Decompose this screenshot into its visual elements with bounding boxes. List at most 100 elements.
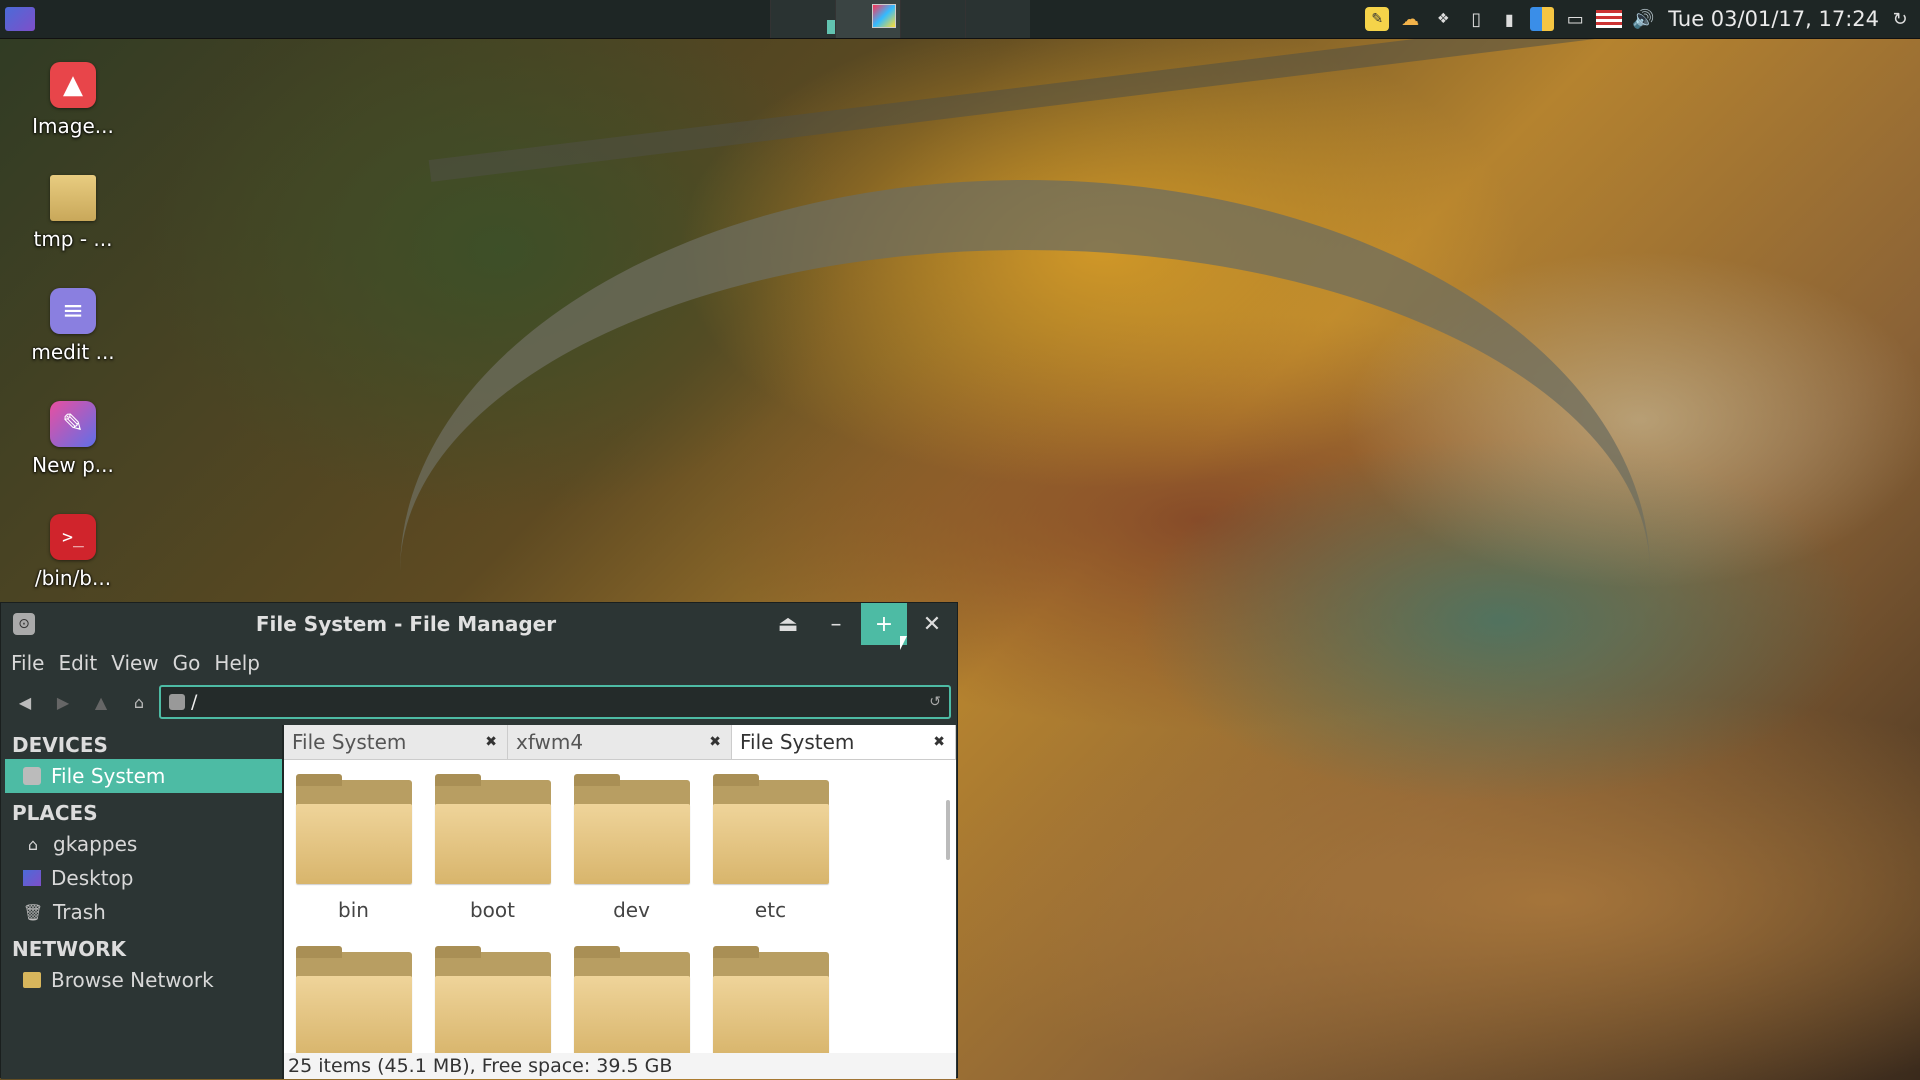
volume-icon[interactable]: 🔊	[1631, 7, 1655, 31]
taskbar-item-empty-1[interactable]	[900, 0, 965, 38]
forward-button[interactable]: ▶	[49, 688, 77, 716]
desktop-icon	[23, 870, 41, 886]
desktop-icon-label: New p...	[32, 453, 114, 477]
close-icon[interactable]: ✖	[485, 734, 497, 750]
home-icon: ⌂	[133, 692, 145, 712]
drive-icon	[23, 767, 41, 785]
folder-icon	[434, 946, 551, 1056]
folder-name: dev	[613, 898, 650, 922]
close-button[interactable]: ✕	[909, 603, 955, 645]
text-editor-icon: ≡	[50, 288, 96, 334]
taskbar-item-empty-2[interactable]	[965, 0, 1030, 38]
desktop-icon-new-p[interactable]: ✎ New p...	[0, 401, 146, 477]
battery-icon[interactable]: ▭	[1563, 7, 1587, 31]
menu-edit[interactable]: Edit	[58, 651, 97, 675]
tab-file-system-1[interactable]: File System ✖	[284, 725, 508, 759]
folder-name: boot	[469, 898, 515, 922]
window-titlebar[interactable]: ⊙ File System - File Manager ⏏ – + ✕	[1, 603, 957, 645]
folder-item[interactable]	[284, 946, 423, 1056]
image-viewer-icon: ▲	[50, 62, 96, 108]
folder-icon	[573, 774, 690, 884]
menu-help[interactable]: Help	[214, 651, 260, 675]
close-icon[interactable]: ✖	[709, 734, 721, 750]
menu-go[interactable]: Go	[173, 651, 201, 675]
folder-item[interactable]: bin	[284, 774, 423, 922]
drive-icon	[169, 694, 185, 710]
eject-button[interactable]: ⏏	[765, 603, 811, 645]
sidebar-item-label: Trash	[53, 900, 106, 924]
tab-file-system-2[interactable]: File System ✖	[732, 725, 956, 759]
tab-bar: File System ✖ xfwm4 ✖ File System ✖	[284, 725, 956, 760]
desktop-icon-tmp[interactable]: tmp - ...	[0, 175, 146, 251]
task-list	[770, 0, 1030, 38]
folder-icon	[434, 774, 551, 884]
sidebar-item-trash[interactable]: 🗑 Trash	[1, 895, 282, 929]
color-icon[interactable]	[1530, 7, 1555, 31]
folder-icon	[712, 946, 829, 1056]
menu-view[interactable]: View	[111, 651, 158, 675]
sidebar-item-desktop[interactable]: Desktop	[1, 861, 282, 895]
taskbar-item-app[interactable]	[835, 0, 900, 38]
mouse-cursor-icon	[900, 636, 907, 650]
desktop-icon-image-viewer[interactable]: ▲ Image...	[0, 62, 146, 138]
weather-icon[interactable]: ☁	[1398, 7, 1422, 31]
folder-item[interactable]	[423, 946, 562, 1056]
desktop-icon-bin-b[interactable]: >_ /bin/b...	[0, 514, 146, 590]
folder-name: etc	[754, 898, 787, 922]
close-icon[interactable]: ✖	[933, 734, 945, 750]
paint-icon: ✎	[50, 401, 96, 447]
dropbox-icon[interactable]: ❖	[1431, 7, 1455, 31]
eject-icon: ⏏	[777, 611, 799, 637]
us-flag-icon[interactable]	[1596, 10, 1623, 28]
side-pane: DEVICES File System PLACES ⌂ gkappes Des…	[1, 725, 282, 1079]
content-pane: File System ✖ xfwm4 ✖ File System ✖ bin …	[284, 725, 956, 1079]
tab-label: File System	[292, 730, 407, 754]
folder-item[interactable]	[701, 946, 840, 1056]
location-bar[interactable]: / ↺	[159, 685, 951, 719]
folder-item[interactable]: dev	[562, 774, 701, 922]
arrow-up-icon: ▲	[94, 692, 108, 712]
folder-icon	[295, 946, 412, 1056]
clear-location-icon[interactable]: ↺	[929, 694, 941, 710]
network-signal-icon[interactable]: ▮	[1497, 7, 1521, 31]
app-menu-button[interactable]	[5, 7, 35, 31]
menu-file[interactable]: File	[11, 651, 44, 675]
file-icon-view[interactable]: bin boot dev etc	[284, 760, 956, 1056]
notes-icon[interactable]: ✎	[1365, 7, 1390, 31]
tab-xfwm4[interactable]: xfwm4 ✖	[508, 725, 732, 759]
close-icon: ✕	[922, 611, 942, 637]
taskbar-item-file-manager[interactable]	[770, 0, 859, 38]
sidebar-item-label: Desktop	[51, 866, 134, 890]
menu-bar: File Edit View Go Help	[1, 645, 957, 681]
toolbar: ◀ ▶ ▲ ⌂ / ↺	[1, 681, 957, 723]
sidebar-item-browse-network[interactable]: Browse Network	[1, 963, 282, 997]
folder-item[interactable]: boot	[423, 774, 562, 922]
sidebar-item-gkappes[interactable]: ⌂ gkappes	[1, 827, 282, 861]
sidebar-item-file-system[interactable]: File System	[5, 759, 282, 793]
refresh-icon[interactable]: ↻	[1888, 7, 1912, 31]
clipboard-icon[interactable]: ▯	[1464, 7, 1488, 31]
sidebar-item-label: Browse Network	[51, 968, 214, 992]
back-button[interactable]: ◀	[11, 688, 39, 716]
desktop-icon-medit[interactable]: ≡ medit ...	[0, 288, 146, 364]
status-bar: 25 items (45.1 MB), Free space: 39.5 GB	[284, 1053, 956, 1079]
trash-icon: 🗑	[22, 902, 44, 922]
folder-item[interactable]: etc	[701, 774, 840, 922]
home-button[interactable]: ⌂	[125, 688, 153, 716]
top-panel: ✎ ☁ ❖ ▯ ▮ ▭ 🔊 Tue 03/01/17, 17:24 ↻	[0, 0, 1920, 39]
clock[interactable]: Tue 03/01/17, 17:24	[1668, 7, 1879, 31]
location-input[interactable]: /	[191, 691, 197, 713]
minimize-button[interactable]: –	[813, 603, 859, 645]
folder-icon	[50, 175, 96, 221]
vertical-scrollbar[interactable]	[946, 800, 950, 860]
system-tray: ✎ ☁ ❖ ▯ ▮ ▭ 🔊 Tue 03/01/17, 17:24 ↻	[1365, 0, 1920, 38]
network-heading: NETWORK	[12, 937, 127, 961]
folder-item[interactable]	[562, 946, 701, 1056]
sidebar-item-label: gkappes	[53, 832, 138, 856]
up-button[interactable]: ▲	[87, 688, 115, 716]
colorful-app-icon	[872, 4, 896, 28]
plus-icon: +	[874, 611, 894, 637]
arrow-right-icon: ▶	[56, 692, 70, 712]
arrow-left-icon: ◀	[18, 692, 32, 712]
window-title: File System - File Manager	[255, 612, 557, 636]
